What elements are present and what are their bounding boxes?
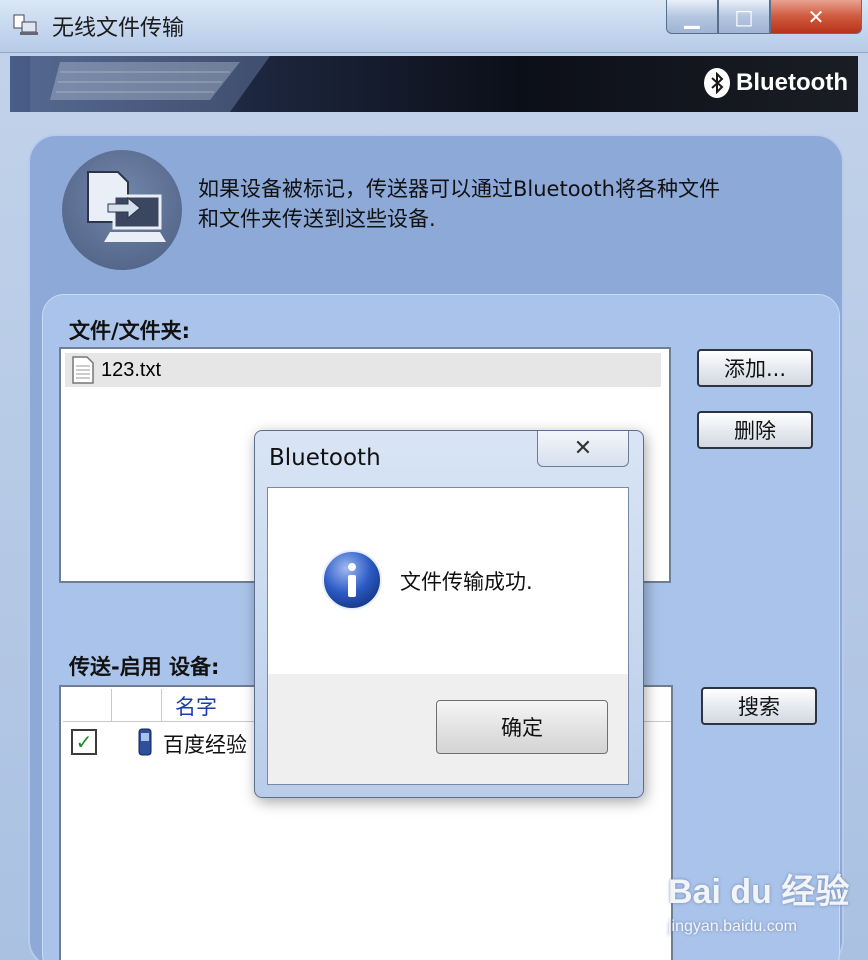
dialog-title: Bluetooth <box>269 445 381 471</box>
watermark-logo: Bai du 经验 <box>668 873 850 911</box>
header-name-column[interactable]: 名字 <box>175 691 217 721</box>
close-button[interactable]: ✕ <box>770 0 862 34</box>
bluetooth-icon <box>704 68 731 98</box>
header-banner: Bluetooth <box>10 56 858 112</box>
header-check-column[interactable] <box>63 689 112 721</box>
header-icon-column[interactable] <box>111 689 162 721</box>
add-button[interactable]: 添加... <box>697 349 813 387</box>
maximize-icon: □ <box>734 4 754 29</box>
search-button[interactable]: 搜索 <box>701 687 817 725</box>
devices-label: 传送-启用 设备: <box>69 655 220 679</box>
close-icon: ✕ <box>573 436 593 461</box>
watermark-url: jingyan.baidu.com <box>668 918 797 935</box>
bluetooth-brand-text: Bluetooth <box>736 69 848 96</box>
minimize-icon: ▁ <box>684 4 700 29</box>
device-checkbox[interactable]: ✓ <box>71 729 97 755</box>
description-line-1: 如果设备被标记，传送器可以通过Bluetooth将各种文件 <box>198 177 720 201</box>
text-file-icon <box>72 356 94 384</box>
app-icon <box>13 14 38 35</box>
window-title: 无线文件传输 <box>52 16 185 41</box>
list-item[interactable]: 123.txt <box>65 353 661 387</box>
dialog-message: 文件传输成功. <box>400 570 533 594</box>
info-area: 如果设备被标记，传送器可以通过Bluetooth将各种文件 和文件夹传送到这些设… <box>30 136 842 296</box>
checkmark-icon: ✓ <box>75 730 93 754</box>
bluetooth-brand: Bluetooth <box>704 68 848 98</box>
title-bar[interactable]: 无线文件传输 ▁ □ ✕ <box>0 0 868 53</box>
laptop-banner-graphic <box>30 56 270 112</box>
transfer-description: 如果设备被标记，传送器可以通过Bluetooth将各种文件 和文件夹传送到这些设… <box>198 174 798 234</box>
dialog-footer: 确定 <box>268 674 628 784</box>
dialog-body: 文件传输成功. 确定 <box>267 487 629 785</box>
file-transfer-icon <box>62 150 182 270</box>
delete-button[interactable]: 删除 <box>697 411 813 449</box>
info-icon <box>322 550 382 610</box>
file-name: 123.txt <box>101 358 162 381</box>
bluetooth-transfer-window: 无线文件传输 ▁ □ ✕ Bluetooth 如果设备被标记，传送器可以通过Bl… <box>0 0 868 960</box>
close-icon: ✕ <box>807 4 825 29</box>
success-dialog: Bluetooth ✕ 文件传输成功. 确定 <box>254 430 644 798</box>
ok-button[interactable]: 确定 <box>436 700 608 754</box>
dialog-close-button[interactable]: ✕ <box>537 431 629 467</box>
files-label: 文件/文件夹: <box>69 319 191 343</box>
phone-icon <box>138 728 152 756</box>
device-name: 百度经验 <box>163 733 247 757</box>
minimize-button[interactable]: ▁ <box>666 0 718 34</box>
baidu-watermark: Bai du 经验 jingyan.baidu.com <box>664 864 864 944</box>
maximize-button[interactable]: □ <box>718 0 770 34</box>
description-line-2: 和文件夹传送到这些设备. <box>198 207 436 231</box>
